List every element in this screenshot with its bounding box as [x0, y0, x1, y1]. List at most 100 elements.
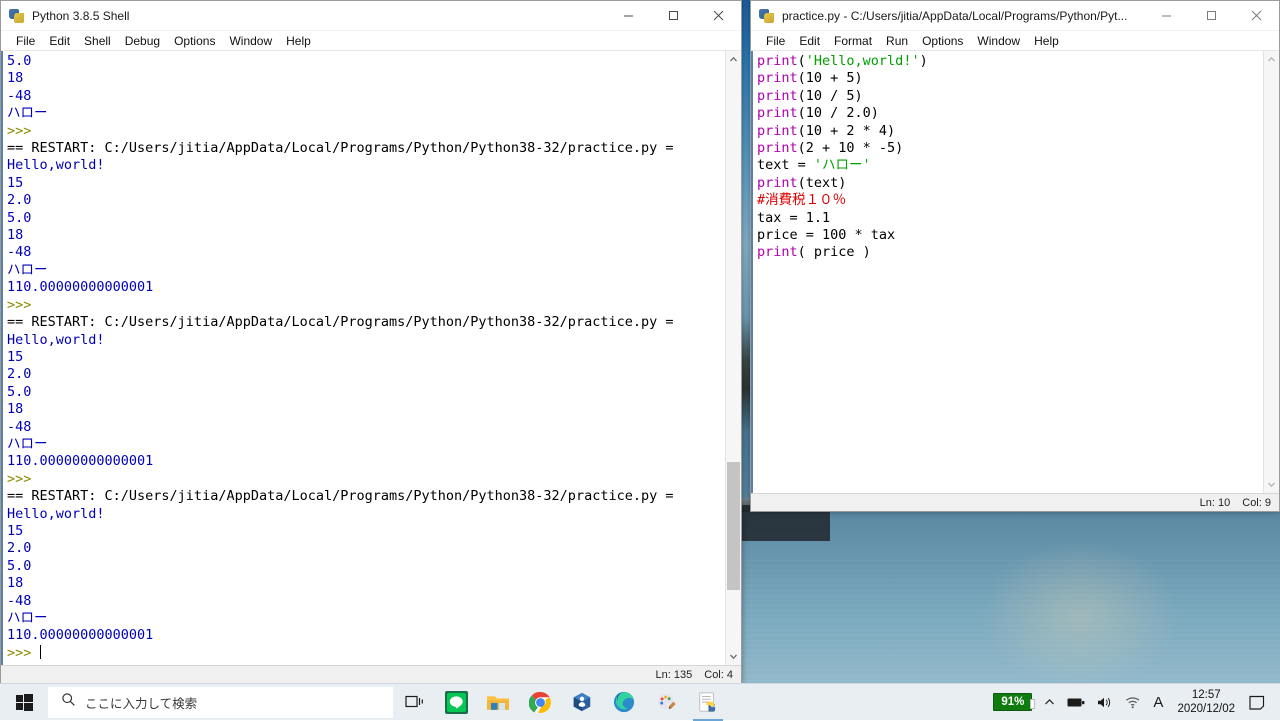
scroll-up-icon[interactable]	[1264, 51, 1279, 68]
shell-output-line: Hello,world!	[7, 157, 725, 174]
line-icon[interactable]	[435, 684, 477, 721]
shell-output-line: 15	[7, 523, 725, 540]
battery-icon[interactable]	[1061, 684, 1091, 721]
virtualbox-icon[interactable]	[561, 684, 603, 721]
shell-line-indicator: Ln: 135	[656, 669, 693, 681]
shell-output-line: 15	[7, 349, 725, 366]
close-icon[interactable]	[696, 1, 741, 31]
task-view-icon[interactable]	[393, 684, 435, 721]
menu-options[interactable]: Options	[167, 31, 222, 51]
menu-file[interactable]: File	[759, 31, 792, 51]
ime-mode-indicator[interactable]: A	[1147, 684, 1169, 721]
scroll-down-icon[interactable]	[726, 648, 741, 665]
shell-vertical-scrollbar[interactable]	[725, 51, 741, 665]
clock-time: 12:57	[1192, 688, 1221, 702]
shell-output-line: ハロー	[7, 105, 725, 122]
editor-window-controls[interactable]	[1144, 1, 1279, 31]
shell-output-line: 15	[7, 175, 725, 192]
shell-scroll-thumb[interactable]	[727, 462, 740, 590]
windows-start-icon[interactable]	[0, 684, 48, 721]
python-editor-window[interactable]: practice.py - C:/Users/jitia/AppData/Loc…	[750, 0, 1280, 512]
editor-vertical-scrollbar[interactable]	[1263, 51, 1279, 493]
editor-code-area[interactable]: print('Hello,world!')print(10 + 5)print(…	[751, 51, 1263, 493]
shell-output-line: 110.00000000000001	[7, 279, 725, 296]
editor-code-line: print(10 + 5)	[757, 70, 1263, 87]
python-idle-icon	[9, 8, 25, 24]
shell-output-line: >>>	[7, 471, 725, 488]
shell-output-line: == RESTART: C:/Users/jitia/AppData/Local…	[7, 314, 725, 331]
shell-output-line: 5.0	[7, 384, 725, 401]
edge-icon[interactable]	[603, 684, 645, 721]
shell-menubar[interactable]: File Edit Shell Debug Options Window Hel…	[1, 31, 741, 51]
file-explorer-icon[interactable]	[477, 684, 519, 721]
chrome-icon[interactable]	[519, 684, 561, 721]
maximize-icon[interactable]	[1189, 1, 1234, 31]
wallpaper-water-ripples	[740, 560, 1280, 685]
editor-code-line: print(10 / 5)	[757, 88, 1263, 105]
search-input[interactable]: ここに入力して検索	[48, 687, 393, 718]
python-shell-window[interactable]: Python 3.8.5 Shell File Edit Shell Debug…	[0, 0, 742, 684]
chevron-up-icon[interactable]	[1038, 684, 1061, 721]
paint-3d-icon[interactable]	[645, 684, 687, 721]
shell-statusbar: Ln: 135 Col: 4	[1, 665, 741, 683]
minimize-icon[interactable]	[606, 1, 651, 31]
shell-col-indicator: Col: 4	[704, 669, 733, 681]
editor-titlebar[interactable]: practice.py - C:/Users/jitia/AppData/Loc…	[751, 1, 1279, 31]
menu-shell[interactable]: Shell	[77, 31, 118, 51]
system-tray[interactable]: 91% A 12:	[993, 684, 1280, 721]
scroll-up-icon[interactable]	[726, 51, 741, 68]
close-icon[interactable]	[1234, 1, 1279, 31]
shell-output-line: == RESTART: C:/Users/jitia/AppData/Local…	[7, 140, 725, 157]
menu-run[interactable]: Run	[879, 31, 915, 51]
shell-output-line: 110.00000000000001	[7, 627, 725, 644]
shell-output-line: -48	[7, 593, 725, 610]
shell-output-line: >>>	[7, 645, 725, 662]
editor-code-line: print(10 + 2 * 4)	[757, 123, 1263, 140]
menu-edit[interactable]: Edit	[42, 31, 77, 51]
minimize-icon[interactable]	[1144, 1, 1189, 31]
clock-date: 2020/12/02	[1177, 702, 1235, 716]
editor-statusbar: Ln: 10 Col: 9	[751, 493, 1279, 511]
menu-window[interactable]: Window	[970, 31, 1027, 51]
shell-output-line: >>>	[7, 123, 725, 140]
maximize-icon[interactable]	[651, 1, 696, 31]
menu-debug[interactable]: Debug	[118, 31, 167, 51]
editor-code-line: print('Hello,world!')	[757, 53, 1263, 70]
shell-output-line: 5.0	[7, 558, 725, 575]
shell-output-line: 18	[7, 401, 725, 418]
text-cursor	[40, 645, 41, 659]
menu-help[interactable]: Help	[279, 31, 318, 51]
shell-titlebar[interactable]: Python 3.8.5 Shell	[1, 1, 741, 31]
menu-file[interactable]: File	[9, 31, 42, 51]
menu-options[interactable]: Options	[915, 31, 970, 51]
shell-output-line: >>>	[7, 297, 725, 314]
editor-code-line: tax = 1.1	[757, 210, 1263, 227]
notification-icon[interactable]	[1243, 684, 1276, 721]
editor-code-line: price = 100 * tax	[757, 227, 1263, 244]
editor-code-line: print(2 + 10 * -5)	[757, 140, 1263, 157]
editor-scroll-track[interactable]	[1264, 68, 1279, 476]
volume-icon[interactable]	[1091, 684, 1119, 721]
taskbar[interactable]: ここに入力して検索	[0, 683, 1280, 720]
battery-percentage-badge[interactable]: 91%	[993, 693, 1032, 711]
shell-output-line: 110.00000000000001	[7, 453, 725, 470]
editor-code-line: #消費税１０％	[757, 192, 1263, 209]
editor-code-line: print(text)	[757, 175, 1263, 192]
wifi-icon[interactable]	[1119, 684, 1147, 721]
editor-menubar[interactable]: File Edit Format Run Options Window Help	[751, 31, 1279, 51]
menu-edit[interactable]: Edit	[792, 31, 827, 51]
shell-window-controls[interactable]	[606, 1, 741, 31]
shell-scroll-track[interactable]	[726, 68, 741, 648]
shell-output-area[interactable]: 5.018-48ハロー>>> == RESTART: C:/Users/jiti…	[1, 51, 725, 665]
shell-output-line: 5.0	[7, 210, 725, 227]
python-idle-icon[interactable]	[687, 684, 729, 721]
menu-window[interactable]: Window	[222, 31, 279, 51]
menu-help[interactable]: Help	[1027, 31, 1066, 51]
editor-code-line: print( price )	[757, 244, 1263, 261]
scroll-down-icon[interactable]	[1264, 476, 1279, 493]
shell-output-line: 18	[7, 227, 725, 244]
menu-format[interactable]: Format	[827, 31, 879, 51]
taskbar-clock[interactable]: 12:57 2020/12/02	[1169, 684, 1243, 721]
search-icon	[61, 692, 76, 712]
shell-output-line: -48	[7, 88, 725, 105]
